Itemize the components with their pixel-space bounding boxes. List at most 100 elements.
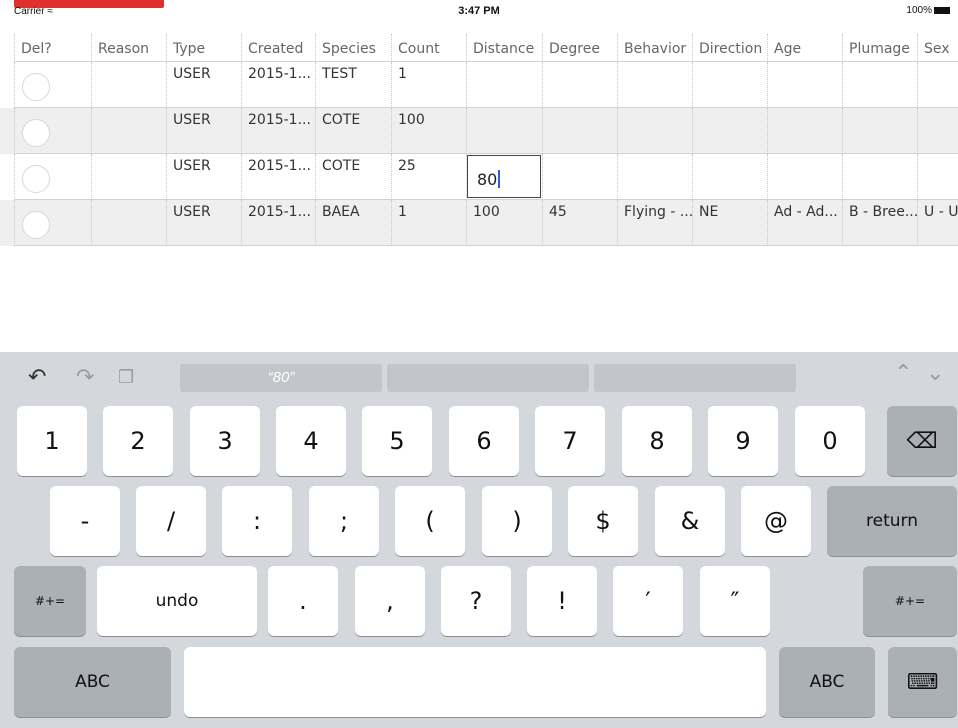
key-dash[interactable]: - <box>50 486 120 556</box>
table-cell[interactable] <box>767 62 842 108</box>
key-colon[interactable]: : <box>222 486 292 556</box>
key-question[interactable]: ? <box>441 566 511 636</box>
table-cell[interactable] <box>842 108 917 154</box>
table-cell[interactable]: 1 <box>391 62 466 108</box>
table-row[interactable]: USER 2015-1... BAEA 1 100 45 Flying - ... NE Ad … <box>0 200 958 246</box>
table-cell[interactable]: 2015-1... <box>241 154 315 200</box>
table-cell[interactable]: B - Bree... <box>842 200 917 246</box>
table-cell[interactable] <box>617 62 692 108</box>
table-cell[interactable] <box>91 154 166 200</box>
key-close-paren[interactable]: ) <box>482 486 552 556</box>
table-cell[interactable] <box>767 108 842 154</box>
delete-radio[interactable] <box>22 211 50 239</box>
table-cell[interactable]: COTE <box>315 154 391 200</box>
table-cell[interactable] <box>692 154 767 200</box>
table-cell[interactable] <box>542 62 617 108</box>
table-cell[interactable]: U - Ur <box>917 200 958 246</box>
table-cell[interactable]: 25 <box>391 154 466 200</box>
table-cell[interactable]: 100 <box>391 108 466 154</box>
table-cell[interactable] <box>466 62 542 108</box>
table-cell[interactable] <box>542 154 617 200</box>
table-cell[interactable] <box>842 62 917 108</box>
key-4[interactable]: 4 <box>276 406 346 476</box>
column-header-direction[interactable]: Direction <box>692 34 767 62</box>
table-cell[interactable] <box>767 154 842 200</box>
distance-edit-field[interactable]: 80 <box>467 155 541 198</box>
undo-key[interactable]: undo <box>97 566 257 636</box>
table-cell[interactable]: USER <box>166 62 241 108</box>
table-cell[interactable] <box>917 62 958 108</box>
suggestion-1[interactable]: “80” <box>180 364 382 392</box>
symbols-key-left[interactable]: #+= <box>14 566 86 636</box>
column-header-plumage[interactable]: Plumage <box>842 34 917 62</box>
key-5[interactable]: 5 <box>362 406 432 476</box>
column-header-species[interactable]: Species <box>315 34 391 62</box>
table-cell[interactable]: 2015-1... <box>241 108 315 154</box>
key-6[interactable]: 6 <box>449 406 519 476</box>
table-cell[interactable] <box>917 108 958 154</box>
table-cell[interactable] <box>466 108 542 154</box>
table-cell[interactable] <box>692 62 767 108</box>
table-cell[interactable]: NE <box>692 200 767 246</box>
table-cell[interactable] <box>917 154 958 200</box>
column-header-type[interactable]: Type <box>166 34 241 62</box>
table-cell[interactable]: Ad - Ad... <box>767 200 842 246</box>
chevron-down-icon[interactable]: ⌄ <box>926 360 944 386</box>
table-row[interactable]: USER 2015-1... TEST 1 <box>0 62 958 108</box>
table-cell[interactable] <box>617 154 692 200</box>
space-bar[interactable] <box>184 647 766 717</box>
key-comma[interactable]: , <box>355 566 425 636</box>
key-3[interactable]: 3 <box>190 406 260 476</box>
column-header-distance[interactable]: Distance <box>466 34 542 62</box>
key-9[interactable]: 9 <box>708 406 778 476</box>
table-cell[interactable]: 1 <box>391 200 466 246</box>
table-cell[interactable]: 2015-1... <box>241 200 315 246</box>
return-key[interactable]: return <box>827 486 957 556</box>
undo-icon[interactable]: ↶ <box>28 364 46 390</box>
key-prime[interactable]: ′ <box>613 566 683 636</box>
delete-radio[interactable] <box>22 165 50 193</box>
key-dollar[interactable]: $ <box>568 486 638 556</box>
column-header-behavior[interactable]: Behavior <box>617 34 692 62</box>
table-cell[interactable]: USER <box>166 154 241 200</box>
key-7[interactable]: 7 <box>535 406 605 476</box>
table-cell[interactable]: Flying - ... <box>617 200 692 246</box>
table-cell[interactable]: COTE <box>315 108 391 154</box>
table-cell[interactable] <box>91 108 166 154</box>
table-cell[interactable]: USER <box>166 200 241 246</box>
hide-keyboard-key[interactable]: ⌨ <box>888 647 957 717</box>
key-2[interactable]: 2 <box>103 406 173 476</box>
abc-key-right[interactable]: ABC <box>779 647 875 717</box>
table-cell[interactable] <box>842 154 917 200</box>
key-semicolon[interactable]: ; <box>309 486 379 556</box>
table-cell[interactable] <box>91 62 166 108</box>
column-header-del[interactable]: Del? <box>14 34 91 62</box>
suggestion-3[interactable] <box>594 364 796 392</box>
paste-icon[interactable]: ❐ <box>118 367 134 388</box>
symbols-key-right[interactable]: #+= <box>863 566 957 636</box>
column-header-sex[interactable]: Sex <box>917 34 958 62</box>
redo-icon[interactable]: ↷ <box>76 364 94 390</box>
table-row[interactable]: USER 2015-1... COTE 25 80 <box>0 154 958 200</box>
backspace-key[interactable]: ⌫ <box>887 406 957 476</box>
delete-radio[interactable] <box>22 119 50 147</box>
column-header-degree[interactable]: Degree <box>542 34 617 62</box>
table-cell[interactable]: 100 <box>466 200 542 246</box>
column-header-age[interactable]: Age <box>767 34 842 62</box>
table-cell[interactable]: USER <box>166 108 241 154</box>
key-double-prime[interactable]: ″ <box>700 566 770 636</box>
delete-radio[interactable] <box>22 73 50 101</box>
chevron-up-icon[interactable]: ⌃ <box>894 360 912 386</box>
table-row[interactable]: USER 2015-1... COTE 100 <box>0 108 958 154</box>
table-cell[interactable]: 2015-1... <box>241 62 315 108</box>
table-cell[interactable]: 45 <box>542 200 617 246</box>
key-8[interactable]: 8 <box>622 406 692 476</box>
key-0[interactable]: 0 <box>795 406 865 476</box>
table-cell[interactable]: BAEA <box>315 200 391 246</box>
key-ampersand[interactable]: & <box>655 486 725 556</box>
table-cell[interactable] <box>692 108 767 154</box>
table-cell[interactable] <box>91 200 166 246</box>
key-period[interactable]: . <box>268 566 338 636</box>
column-header-created[interactable]: Created <box>241 34 315 62</box>
column-header-count[interactable]: Count <box>391 34 466 62</box>
